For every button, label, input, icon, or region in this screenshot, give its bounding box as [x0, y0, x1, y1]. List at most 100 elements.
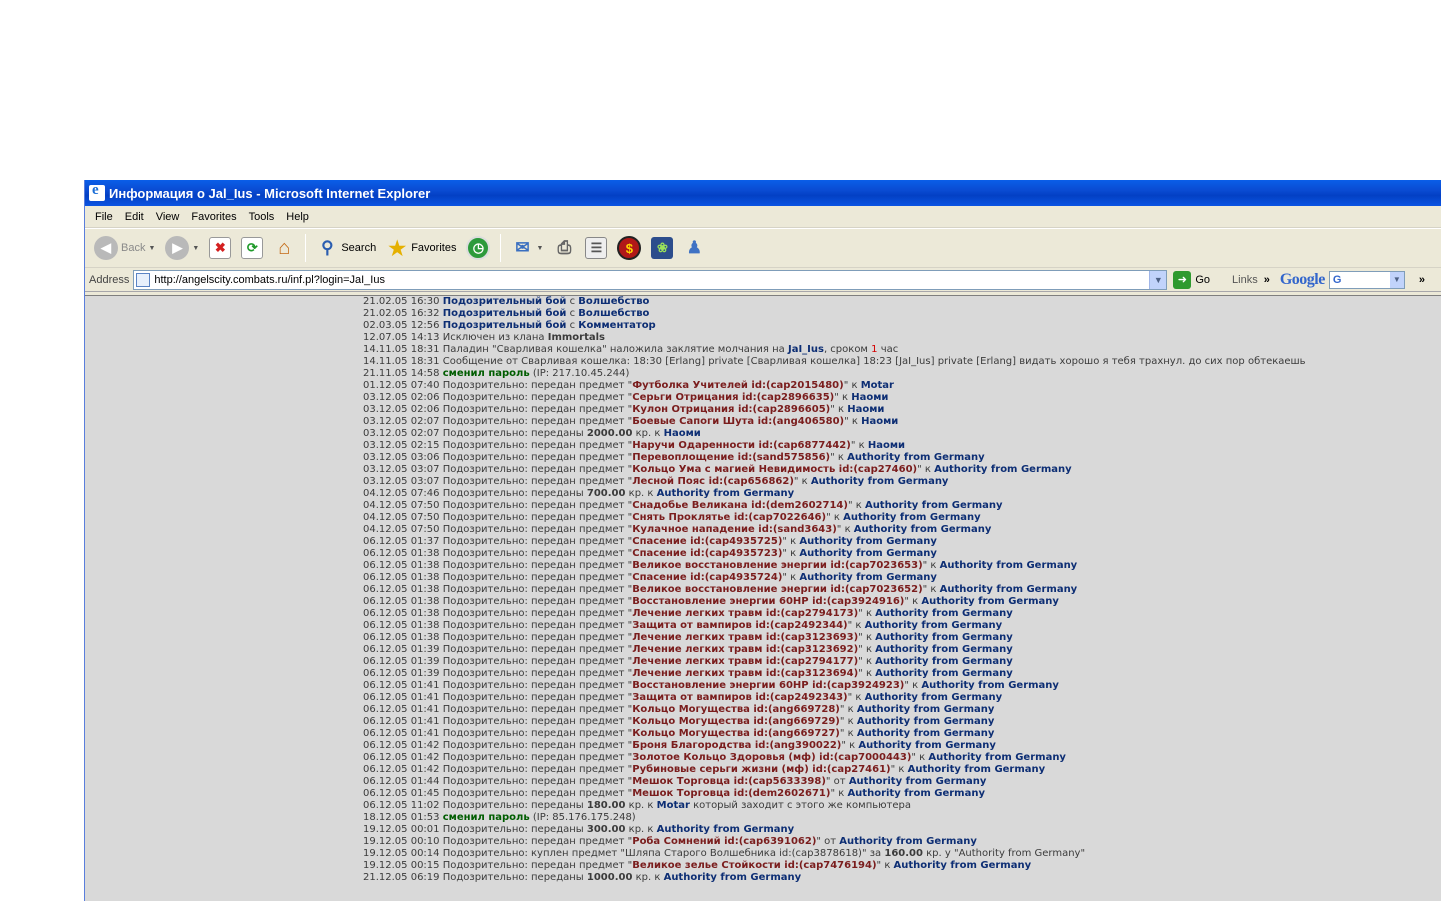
log-nickname[interactable]: Authority from Germany — [664, 872, 802, 883]
go-button[interactable]: ➜ Go — [1173, 270, 1210, 289]
log-nickname[interactable]: Волшебство — [578, 308, 649, 319]
refresh-button[interactable]: ⟳ — [238, 235, 266, 261]
search-label: Search — [341, 242, 377, 254]
menu-view[interactable]: View — [150, 209, 186, 225]
log-nickname[interactable]: Наоми — [868, 440, 905, 451]
log-nickname[interactable]: Наоми — [861, 416, 898, 427]
log-nickname[interactable]: Motar — [861, 380, 894, 391]
menu-tools[interactable]: Tools — [243, 209, 281, 225]
log-nickname[interactable]: Authority from Germany — [875, 632, 1013, 643]
log-nickname[interactable]: Authority from Germany — [875, 608, 1013, 619]
edit-button[interactable]: ☰ — [582, 235, 610, 261]
log-timestamp: 06.12.05 01:37 — [363, 536, 440, 547]
log-nickname[interactable]: Authority from Germany — [865, 620, 1003, 631]
log-nickname[interactable]: Authority from Germany — [799, 536, 937, 547]
log-nickname[interactable]: Authority from Germany — [657, 488, 795, 499]
history-button[interactable]: ◷ — [463, 234, 493, 262]
back-button[interactable]: ◀ Back ▼ — [91, 234, 158, 262]
menu-favorites[interactable]: Favorites — [185, 209, 242, 225]
mail-dropdown-icon[interactable]: ▼ — [536, 245, 543, 252]
stop-button[interactable]: ✖ — [206, 235, 234, 261]
log-row: 06.12.05 01:45 Подозрительно: передан пр… — [363, 788, 1353, 800]
log-nickname[interactable]: Authority from Germany — [799, 548, 937, 559]
log-nickname[interactable]: Authority from Germany — [857, 704, 995, 715]
log-nickname[interactable]: Authority from Germany — [928, 752, 1066, 763]
links-chevron-icon[interactable]: » — [1264, 274, 1270, 286]
menu-edit[interactable]: Edit — [119, 209, 150, 225]
log-timestamp: 06.12.05 01:38 — [363, 560, 440, 571]
log-text: Подозрительно: передан предмет " — [442, 464, 633, 475]
log-timestamp: 21.11.05 14:58 — [363, 368, 440, 379]
log-nickname[interactable]: Authority from Germany — [875, 656, 1013, 667]
log-row: 06.12.05 01:44 Подозрительно: передан пр… — [363, 776, 1353, 788]
log-row: 06.12.05 11:02 Подозрительно: переданы 1… — [363, 800, 1353, 812]
log-nickname[interactable]: Authority from Germany — [843, 512, 981, 523]
log-nickname[interactable]: Authority from Germany — [921, 680, 1059, 691]
log-nickname[interactable]: Authority from Germany — [940, 584, 1078, 595]
google-search-box[interactable]: G ▼ — [1328, 270, 1405, 289]
addon-button-2[interactable]: ❀ — [648, 235, 676, 261]
address-url: http://angelscity.combats.ru/inf.pl?logi… — [154, 273, 385, 286]
log-row: 03.12.05 02:15 Подозрительно: передан пр… — [363, 440, 1353, 452]
log-nickname[interactable]: Authority from Germany — [921, 596, 1059, 607]
address-input[interactable]: http://angelscity.combats.ru/inf.pl?logi… — [133, 269, 1168, 290]
title-bar[interactable]: Информация о Jal_Ius - Microsoft Interne… — [85, 180, 1441, 206]
log-nickname[interactable]: Authority from Germany — [657, 824, 795, 835]
stop-icon: ✖ — [209, 237, 232, 259]
mail-button[interactable]: ✉ ▼ — [508, 235, 546, 261]
log-item-name: Роба Сомнений id:(cap6391062) — [632, 836, 817, 847]
log-nickname[interactable]: Подозрительный бой — [443, 296, 567, 307]
forward-dropdown-icon[interactable]: ▼ — [192, 245, 199, 252]
home-button[interactable]: ⌂ — [270, 235, 298, 261]
menu-bar: File Edit View Favorites Tools Help — [85, 206, 1441, 228]
menu-help[interactable]: Help — [280, 209, 315, 225]
log-nickname[interactable]: Authority from Germany — [847, 788, 985, 799]
log-nickname[interactable]: Волшебство — [578, 296, 649, 307]
log-nickname[interactable]: Authority from Germany — [865, 500, 1003, 511]
log-nickname[interactable]: Authority from Germany — [799, 572, 937, 583]
back-dropdown-icon[interactable]: ▼ — [148, 245, 155, 252]
log-nickname[interactable]: Authority from Germany — [857, 716, 995, 727]
menu-file[interactable]: File — [89, 209, 119, 225]
favorites-button[interactable]: ★ Favorites — [383, 235, 459, 261]
print-button[interactable]: ⎙ — [550, 235, 578, 261]
log-nickname[interactable]: Наоми — [847, 404, 884, 415]
log-nickname[interactable]: Наоми — [851, 392, 888, 403]
messenger-button[interactable]: ♟ — [680, 235, 708, 261]
search-button[interactable]: ⚲ Search — [313, 235, 379, 261]
log-text: Подозрительно: куплен предмет "Шляпа Ста… — [442, 848, 885, 859]
log-item-name: Кольцо Могущества id:(ang669729) — [632, 716, 840, 727]
log-nickname[interactable]: Authority from Germany — [934, 464, 1072, 475]
log-nickname[interactable]: Authority from Germany — [847, 452, 985, 463]
log-nickname[interactable]: Подозрительный бой — [443, 320, 567, 331]
log-nickname[interactable]: Authority from Germany — [849, 776, 987, 787]
log-nickname[interactable]: Authority from Germany — [875, 668, 1013, 679]
chevron-down-icon[interactable]: ▼ — [1389, 271, 1404, 288]
log-nickname[interactable]: JaI_Ius — [788, 344, 824, 355]
links-label[interactable]: Links — [1232, 274, 1258, 286]
log-nickname[interactable]: Комментатор — [578, 320, 655, 331]
log-nickname[interactable]: Authority from Germany — [894, 860, 1032, 871]
log-text: который заходит с этого же компьютера — [689, 800, 912, 811]
log-row: 03.12.05 03:06 Подозрительно: передан пр… — [363, 452, 1353, 464]
log-nickname[interactable]: Authority from Germany — [865, 692, 1003, 703]
log-nickname[interactable]: Подозрительный бой — [443, 308, 567, 319]
log-timestamp: 06.12.05 01:38 — [363, 584, 440, 595]
log-nickname[interactable]: Authority from Germany — [908, 764, 1046, 775]
addon-button-1[interactable]: $ — [614, 234, 644, 262]
log-nickname[interactable]: Authority from Germany — [811, 476, 949, 487]
log-nickname[interactable]: Authority from Germany — [857, 728, 995, 739]
log-text: кр. к — [625, 824, 657, 835]
log-nickname[interactable]: Authority from Germany — [854, 524, 992, 535]
chevron-down-icon[interactable]: ▼ — [1149, 270, 1167, 289]
log-timestamp: 04.12.05 07:50 — [363, 500, 440, 511]
log-nickname[interactable]: Authority from Germany — [940, 560, 1078, 571]
log-nickname[interactable]: Authority from Germany — [875, 644, 1013, 655]
toolbar-chevron-icon[interactable]: » — [1419, 274, 1425, 286]
mail-icon: ✉ — [515, 238, 530, 257]
forward-button[interactable]: ▶ ▼ — [162, 234, 202, 262]
log-nickname[interactable]: Authority from Germany — [839, 836, 977, 847]
log-nickname[interactable]: Motar — [657, 800, 690, 811]
log-nickname[interactable]: Наоми — [664, 428, 701, 439]
log-nickname[interactable]: Authority from Germany — [858, 740, 996, 751]
